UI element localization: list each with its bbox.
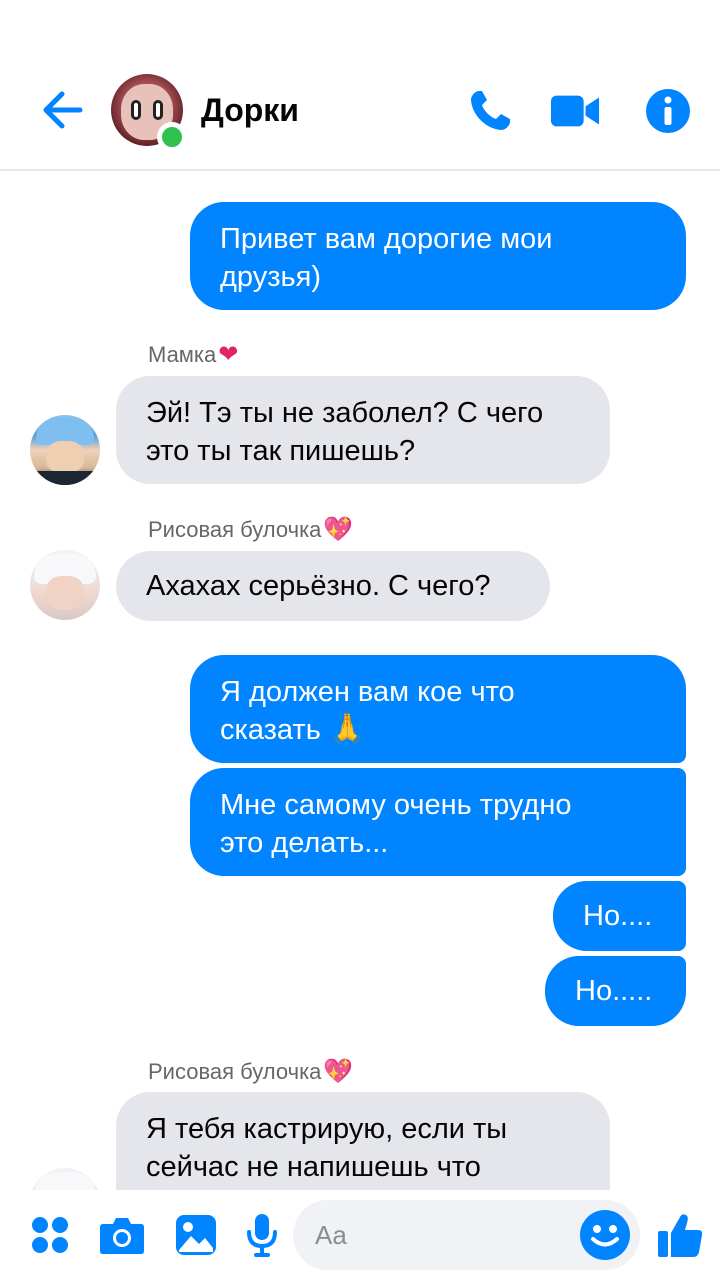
more-actions-button[interactable]	[25, 1210, 75, 1260]
thumbs-up-icon	[658, 1214, 703, 1257]
outgoing-message[interactable]: Привет вам дорогие мои друзья)	[190, 202, 686, 310]
outgoing-message[interactable]: Но....	[553, 881, 686, 951]
message-input-container[interactable]	[293, 1200, 640, 1270]
outgoing-message[interactable]: Но.....	[545, 956, 686, 1026]
red-heart-icon: ❤	[218, 341, 239, 368]
incoming-message[interactable]: Эй! Тэ ты не заболел? С чего это ты так …	[116, 376, 610, 484]
emoji-button[interactable]	[580, 1210, 630, 1260]
video-camera-icon	[550, 95, 600, 127]
sender-avatar[interactable]	[30, 415, 100, 485]
outgoing-message[interactable]: Я должен вам кое что сказать 🙏	[190, 655, 686, 763]
message-input[interactable]	[315, 1200, 565, 1270]
online-status-indicator	[157, 122, 187, 152]
sparkling-heart-icon: 💖	[323, 516, 354, 543]
voice-message-button[interactable]	[237, 1210, 287, 1260]
voice-call-button[interactable]	[465, 86, 515, 136]
conversation-info-button[interactable]	[643, 86, 693, 136]
message-composer	[0, 1190, 720, 1280]
info-icon	[646, 89, 690, 133]
camera-icon	[100, 1218, 144, 1254]
microphone-icon	[247, 1214, 277, 1257]
folded-hands-emoji: 🙏	[328, 713, 367, 746]
sender-name: Мамка ❤	[148, 341, 239, 368]
chat-header: Дорки	[0, 0, 720, 171]
incoming-message[interactable]: Ахахах серьёзно. С чего?	[116, 551, 550, 621]
sender-name: Рисовая булочка 💖	[148, 1058, 354, 1085]
image-icon	[176, 1215, 216, 1255]
back-arrow-icon	[43, 91, 83, 129]
incoming-message[interactable]: Я тебя кастрирую, если ты сейчас не напи…	[116, 1092, 610, 1190]
gallery-button[interactable]	[171, 1210, 221, 1260]
sparkling-heart-icon: 💖	[323, 1058, 354, 1085]
phone-icon	[471, 91, 510, 130]
message-list[interactable]: Привет вам дорогие мои друзья) Мамка ❤ Эй…	[0, 173, 720, 1190]
contact-name[interactable]: Дорки	[201, 92, 299, 129]
four-dots-menu-icon	[32, 1217, 68, 1253]
sender-avatar[interactable]	[30, 1168, 100, 1190]
back-button[interactable]	[38, 88, 86, 132]
like-button[interactable]	[655, 1210, 705, 1260]
outgoing-message[interactable]: Мне самому очень трудно это делать...	[190, 768, 686, 876]
sender-name: Рисовая булочка 💖	[148, 516, 354, 543]
video-call-button[interactable]	[550, 86, 600, 136]
sender-avatar[interactable]	[30, 550, 100, 620]
smiley-icon	[591, 1225, 619, 1247]
camera-button[interactable]	[97, 1210, 147, 1260]
